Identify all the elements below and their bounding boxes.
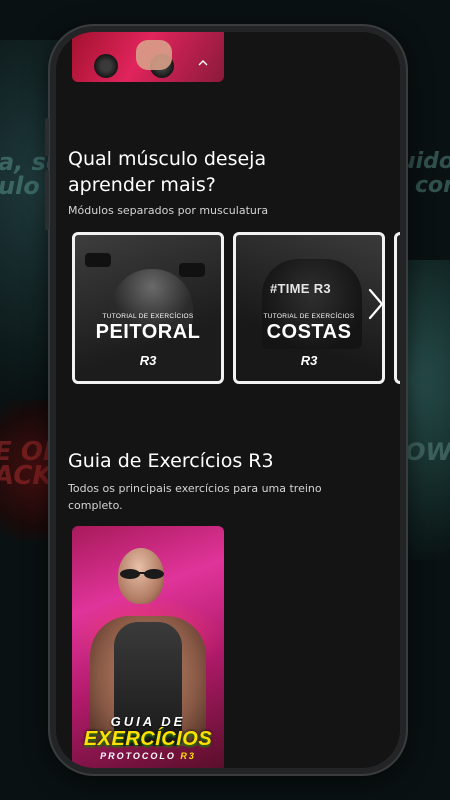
background-text-teal: OW [405,438,450,466]
shirt-tag-text: #TIME R3 [270,281,331,296]
module-card-partial[interactable] [394,232,400,384]
guide-card[interactable]: GUIA DE EXERCÍCIOS PROTOCOLO R3 [72,526,224,768]
sunglasses-icon [120,569,164,579]
module-card-title: COSTAS [266,321,352,343]
r3-logo: R3 [300,353,318,368]
athlete-image [111,269,193,329]
hero-banner-card[interactable] [72,32,224,82]
module-card-caption: TUTORIAL DE EXERCÍCIOS [102,313,194,320]
chevron-up-icon [198,56,208,70]
phone-side-button [45,118,49,156]
r3-logo: R3 [139,353,157,368]
phone-screen: Qual músculo deseja aprender mais? Módul… [56,32,400,768]
modules-section-title: Qual músculo deseja aprender mais? [68,148,267,196]
phone-side-button [45,170,49,230]
module-card-title: PEITORAL [95,321,201,343]
guide-card-title-line3: PROTOCOLO R3 [100,751,196,761]
guide-card-title-line1: GUIA DE [110,714,186,729]
module-card-peitoral[interactable]: TUTORIAL DE EXERCÍCIOS PEITORAL R3 [72,232,224,384]
module-card-caption: TUTORIAL DE EXERCÍCIOS [263,313,355,320]
chevron-right-icon[interactable] [364,284,388,324]
module-card-costas[interactable]: #TIME R3 TUTORIAL DE EXERCÍCIOS COSTAS R… [233,232,385,384]
guide-section-title: Guia de Exercícios R3 [68,450,274,472]
modules-carousel[interactable]: TUTORIAL DE EXERCÍCIOS PEITORAL R3 #TIME… [72,232,400,384]
scroll-content[interactable]: Qual músculo deseja aprender mais? Módul… [56,32,400,768]
guide-section-subtitle: Todos os principais exercícios para uma … [68,482,322,512]
modules-section-subtitle: Módulos separados por musculatura [68,204,269,217]
guide-card-title-line2: EXERCÍCIOS [83,728,213,750]
